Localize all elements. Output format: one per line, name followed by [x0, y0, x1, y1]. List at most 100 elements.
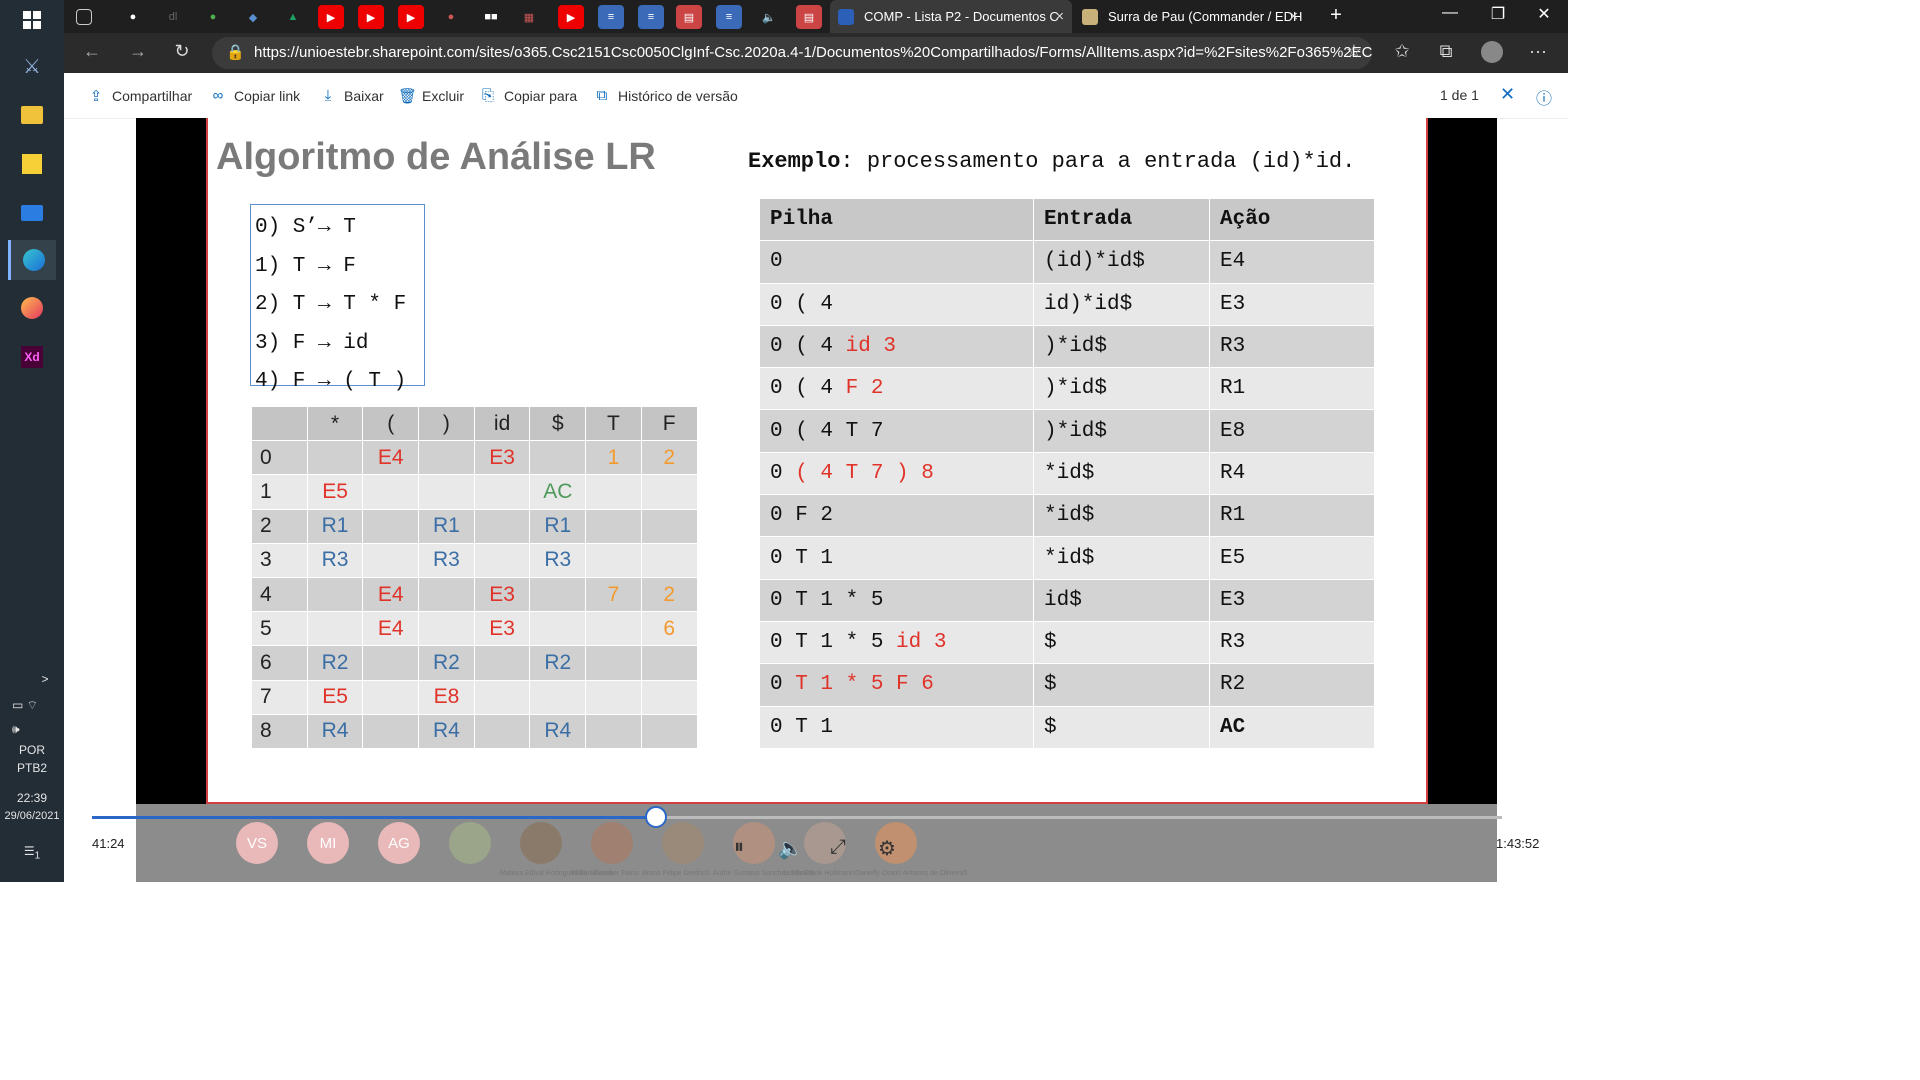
action-cell: E3	[1209, 578, 1375, 622]
tab-surra-de-pau[interactable]: Surra de Pau (Commander / EDH ×	[1074, 0, 1306, 33]
favorites-icon[interactable]: ✩	[1388, 41, 1416, 62]
refresh-icon[interactable]: ↻	[170, 41, 194, 62]
drive-tab-icon[interactable]: ▲	[280, 5, 306, 29]
collections-icon[interactable]: ⧉	[1432, 41, 1460, 62]
edge-icon[interactable]	[8, 240, 56, 280]
action-cell	[640, 474, 698, 510]
sticky-notes-icon[interactable]	[8, 144, 56, 184]
copy-link-button[interactable]: ∞ Copiar link	[210, 87, 301, 104]
action-cell: R2	[529, 645, 587, 681]
stack-text: 0 ( 4 T 7	[770, 419, 884, 443]
stack-text: 0 ( 4	[770, 335, 834, 359]
volume-icon[interactable]: 🕪	[0, 720, 64, 738]
participant-avatar: MI	[307, 822, 349, 864]
back-icon[interactable]: ←	[80, 41, 104, 62]
adobe-xd-icon[interactable]: Xd	[8, 337, 56, 377]
presentation-slide: Algoritmo de Análise LR 0) S’→ T 1) T → …	[206, 118, 1428, 804]
settings-gear-icon[interactable]: ⚙	[878, 836, 896, 861]
trace-row: 0 ( 4 F 2)*id$ R1	[759, 367, 1375, 411]
progress-knob[interactable]	[645, 806, 667, 828]
fullscreen-icon[interactable]: ⤢	[830, 836, 846, 859]
clock-date: 29/06/2021	[4, 810, 60, 822]
tab-actions-icon[interactable]	[76, 9, 92, 25]
audio-tab-icon[interactable]: 🔈	[756, 5, 782, 29]
action-cell: AC	[529, 474, 587, 510]
tray-expand-icon[interactable]: >	[0, 670, 64, 688]
language-indicator[interactable]: POR PTB2	[0, 741, 64, 777]
tab-title: COMP - Lista P2 - Documentos C	[864, 9, 1059, 24]
stack-tab-icon[interactable]: ◆	[240, 5, 266, 29]
action-cell: E4	[1209, 240, 1375, 284]
stack-text: 0 T 1	[770, 546, 834, 570]
firefox-icon[interactable]	[8, 288, 56, 328]
copy-to-button[interactable]: ⎘ Copiar para	[480, 87, 577, 104]
battery-wifi-icons[interactable]: ▭ ⌔	[0, 696, 64, 714]
input-cell: id$	[1033, 578, 1210, 622]
pdf-tab-icon[interactable]: ▤	[676, 5, 702, 29]
minimize-icon[interactable]: —	[1430, 4, 1470, 22]
action-cell	[473, 679, 531, 715]
notification-center-icon[interactable]: ☰1	[0, 842, 64, 865]
youtube-tab-icon[interactable]: ▶	[318, 5, 344, 29]
stack-cell: 0	[759, 240, 1034, 284]
input-cell: $	[1033, 705, 1210, 749]
action-cell	[640, 645, 698, 681]
accept-text: AC	[1220, 715, 1246, 739]
tab-icon-generic[interactable]: ▦	[516, 5, 542, 29]
docs-tab-icon[interactable]: ≡	[638, 5, 664, 29]
pause-icon[interactable]: ⏸	[734, 836, 744, 859]
forward-icon[interactable]: →	[126, 41, 150, 62]
total-time: 1:43:52	[1496, 836, 1540, 851]
profile-avatar[interactable]	[1478, 41, 1506, 68]
delete-button[interactable]: 🗑 Excluir	[398, 87, 464, 105]
version-history-button[interactable]: ⧉ Histórico de versão	[594, 87, 738, 104]
progress-fill	[92, 816, 656, 819]
action-cell	[640, 679, 698, 715]
mail-icon[interactable]	[8, 193, 56, 233]
camera-tab-icon[interactable]: ■■	[478, 5, 504, 29]
action-cell: E3	[473, 576, 531, 613]
slide-title: Algoritmo de Análise LR	[216, 136, 656, 178]
share-button[interactable]: ⇪ Compartilhar	[88, 87, 192, 105]
more-menu-icon[interactable]: ···	[1524, 41, 1552, 62]
url-field[interactable]: 🔒 https://unioestebr.sharepoint.com/site…	[212, 37, 1372, 69]
windows-start-icon[interactable]	[8, 0, 56, 40]
grammar-rule: 3) F → id	[255, 331, 369, 355]
close-tab-icon[interactable]: ×	[1289, 8, 1298, 25]
add-favorite-icon[interactable]: ☆	[1340, 41, 1368, 62]
action-cell: E8	[418, 679, 475, 715]
tab-comp-lista[interactable]: COMP - Lista P2 - Documentos C ×	[830, 0, 1072, 33]
download-button[interactable]: ⤓ Baixar	[320, 87, 384, 104]
close-window-icon[interactable]: ✕	[1524, 4, 1564, 24]
example-caption: Exemplo: processamento para a entrada (i…	[748, 149, 1355, 174]
stack-cell: 0 T 1 * 5 id 3	[759, 620, 1034, 665]
tab-icon-generic[interactable]: ●	[438, 5, 464, 29]
docs-tab-icon[interactable]: ≡	[598, 5, 624, 29]
close-tab-icon[interactable]: ×	[1055, 8, 1064, 25]
youtube-tab-icon[interactable]: ▶	[358, 5, 384, 29]
trash-icon: 🗑	[398, 88, 418, 105]
xbox-tab-icon[interactable]: ●	[200, 5, 226, 29]
action-cell	[473, 508, 531, 544]
new-tab-button[interactable]: +	[1316, 4, 1356, 27]
youtube-tab-icon[interactable]: ▶	[398, 5, 424, 29]
action-cell: R1	[1209, 367, 1375, 411]
stack-text: 0 ( 4	[770, 292, 834, 316]
youtube-tab-icon[interactable]: ▶	[558, 5, 584, 29]
info-icon[interactable]: ⓘ	[1536, 85, 1552, 109]
restore-icon[interactable]: ❐	[1478, 4, 1518, 24]
tab-icon-generic[interactable]: dl	[160, 5, 186, 29]
file-explorer-icon[interactable]	[8, 95, 56, 135]
stack-cell: 0 T 1 * 5 F 6	[759, 663, 1034, 707]
clock[interactable]: 22:39 29/06/2021	[0, 789, 64, 825]
action-cell	[585, 645, 642, 681]
acer-app-icon[interactable]: ⚔	[8, 46, 56, 86]
docs-tab-icon[interactable]: ≡	[716, 5, 742, 29]
github-tab-icon[interactable]: ●	[120, 5, 146, 29]
action-cell: R3	[1209, 620, 1375, 665]
video-progress-bar[interactable]	[92, 806, 1502, 828]
close-viewer-icon[interactable]: ✕	[1500, 84, 1515, 105]
volume-icon[interactable]: 🔈	[778, 836, 803, 861]
participant-name: Bruno Felipe Diedrich	[642, 870, 710, 877]
pdf-tab-icon[interactable]: ▤	[796, 5, 822, 29]
